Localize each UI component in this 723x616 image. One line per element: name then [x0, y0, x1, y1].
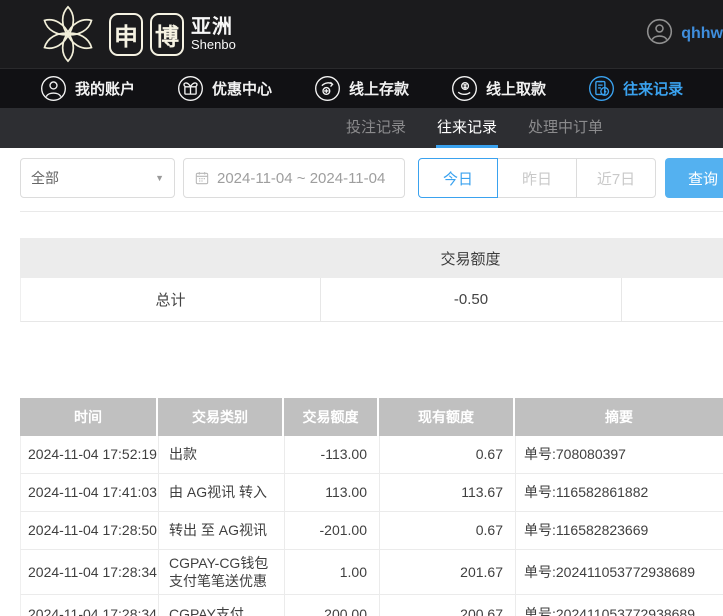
cell-type: CGPAY支付: [159, 595, 285, 616]
summary-total-row: 总计 -0.50: [20, 278, 723, 322]
nav-item-online-deposit[interactable]: 线上存款: [314, 75, 409, 102]
summary-header-row: 交易额度: [20, 238, 723, 278]
cell-memo: 单号:708080397: [516, 436, 723, 473]
col-header-time: 时间: [20, 398, 158, 436]
cell-memo: 单号:202411053772938689: [516, 595, 723, 616]
records-icon: [588, 75, 615, 102]
yesterday-label: 昨日: [522, 168, 552, 189]
summary-header-amount: 交易额度: [320, 248, 621, 269]
cell-amount: 200.00: [285, 595, 380, 616]
sub-tab-bar: 投注记录 往来记录 处理中订单: [0, 108, 723, 148]
cell-memo: 单号:116582823669: [516, 512, 723, 549]
col-header-balance: 现有额度: [379, 398, 515, 436]
summary-total-value: -0.50: [321, 278, 622, 321]
cell-type: CGPAY-CG钱包 支付笔笔送优惠: [159, 550, 285, 594]
cell-balance: 201.67: [380, 550, 516, 594]
last7days-button[interactable]: 近7日: [576, 158, 656, 198]
cell-balance: 0.67: [380, 512, 516, 549]
last7days-label: 近7日: [597, 168, 635, 189]
section-divider: [20, 211, 723, 212]
tab-label: 往来记录: [437, 116, 497, 137]
date-range-value: 2024-11-04 ~ 2024-11-04: [217, 170, 385, 187]
nav-label: 往来记录: [623, 78, 683, 99]
brand-logo[interactable]: 申 博 亚洲 Shenbo: [38, 4, 236, 64]
cell-time: 2024-11-04 17:52:19: [21, 436, 159, 473]
cell-type: 出款: [159, 436, 285, 473]
deposit-icon: [314, 75, 341, 102]
type-select[interactable]: 全部 ▼: [20, 158, 175, 198]
records-table: 时间 交易类别 交易额度 现有额度 摘要 2024-11-04 17:52:19…: [20, 398, 723, 616]
nav-item-my-account[interactable]: 我的账户: [40, 75, 135, 102]
gift-icon: [177, 75, 204, 102]
username-text[interactable]: qhhw: [681, 25, 723, 43]
type-select-value: 全部: [31, 168, 59, 188]
user-icon: [40, 75, 67, 102]
summary-total-extra: [622, 278, 723, 321]
col-header-memo: 摘要: [515, 398, 723, 436]
records-header-row: 时间 交易类别 交易额度 现有额度 摘要: [20, 398, 723, 436]
cell-memo: 单号:116582861882: [516, 474, 723, 511]
summary-table: 交易额度 总计 -0.50: [20, 238, 723, 322]
table-row: 2024-11-04 17:28:34 CGPAY-CG钱包 支付笔笔送优惠 1…: [20, 550, 723, 595]
top-brand-bar: 申 博 亚洲 Shenbo qhhw: [0, 0, 723, 68]
cell-amount: -201.00: [285, 512, 380, 549]
calendar-icon: [194, 170, 210, 186]
user-account-area[interactable]: qhhw: [646, 0, 723, 68]
cell-amount: 113.00: [285, 474, 380, 511]
chevron-down-icon: ▼: [155, 173, 164, 183]
col-header-type: 交易类别: [158, 398, 284, 436]
cell-balance: 113.67: [380, 474, 516, 511]
table-row: 2024-11-04 17:28:34 CGPAY支付 200.00 200.6…: [20, 595, 723, 616]
brand-latin-text: Shenbo: [191, 38, 236, 52]
logo-char-bo: 博: [150, 13, 184, 56]
tab-betting-records[interactable]: 投注记录: [345, 108, 407, 148]
table-row: 2024-11-04 17:52:19 出款 -113.00 0.67 单号:7…: [20, 436, 723, 474]
table-row: 2024-11-04 17:28:50 转出 至 AG视讯 -201.00 0.…: [20, 512, 723, 550]
cell-amount: -113.00: [285, 436, 380, 473]
tab-transaction-records[interactable]: 往来记录: [436, 108, 498, 148]
user-avatar-icon: [646, 18, 673, 50]
cell-amount: 1.00: [285, 550, 380, 594]
tab-pending-orders[interactable]: 处理中订单: [527, 108, 604, 148]
cell-time: 2024-11-04 17:41:03: [21, 474, 159, 511]
nav-item-promotions[interactable]: 优惠中心: [177, 75, 272, 102]
cell-time: 2024-11-04 17:28:34: [21, 595, 159, 616]
cell-time: 2024-11-04 17:28:50: [21, 512, 159, 549]
cell-type: 由 AG视讯 转入: [159, 474, 285, 511]
summary-total-label: 总计: [21, 278, 321, 321]
flower-logo-icon: [38, 4, 98, 64]
query-button[interactable]: 查询: [665, 158, 723, 198]
brand-region-text: 亚洲: [191, 17, 236, 38]
tab-label: 投注记录: [346, 116, 406, 137]
cell-type: 转出 至 AG视讯: [159, 512, 285, 549]
withdraw-icon: [451, 75, 478, 102]
logo-char-shen: 申: [109, 13, 143, 56]
yesterday-button[interactable]: 昨日: [497, 158, 577, 198]
nav-label: 优惠中心: [212, 78, 272, 99]
date-range-input[interactable]: 2024-11-04 ~ 2024-11-04: [183, 158, 405, 198]
cell-memo: 单号:202411053772938689: [516, 550, 723, 594]
nav-label: 线上取款: [486, 78, 546, 99]
query-label: 查询: [688, 168, 718, 189]
cell-time: 2024-11-04 17:28:34: [21, 550, 159, 594]
tab-label: 处理中订单: [528, 116, 603, 137]
nav-item-transaction-records[interactable]: 往来记录: [588, 75, 683, 102]
nav-item-online-withdraw[interactable]: 线上取款: [451, 75, 546, 102]
nav-label: 线上存款: [349, 78, 409, 99]
today-label: 今日: [443, 168, 473, 189]
table-row: 2024-11-04 17:41:03 由 AG视讯 转入 113.00 113…: [20, 474, 723, 512]
col-header-amount: 交易额度: [284, 398, 379, 436]
today-button[interactable]: 今日: [418, 158, 498, 198]
transaction-records-page: 申 博 亚洲 Shenbo qhhw 我的账户 优惠中心 线上存款: [0, 0, 723, 616]
cell-balance: 200.67: [380, 595, 516, 616]
cell-balance: 0.67: [380, 436, 516, 473]
quick-range-group: 今日 昨日 近7日: [418, 158, 656, 198]
filter-bar: 全部 ▼ 2024-11-04 ~ 2024-11-04 今日 昨日 近7日 查…: [0, 148, 723, 211]
nav-label: 我的账户: [75, 78, 135, 99]
main-navbar: 我的账户 优惠中心 线上存款 线上取款 往来记录 信: [0, 68, 723, 108]
